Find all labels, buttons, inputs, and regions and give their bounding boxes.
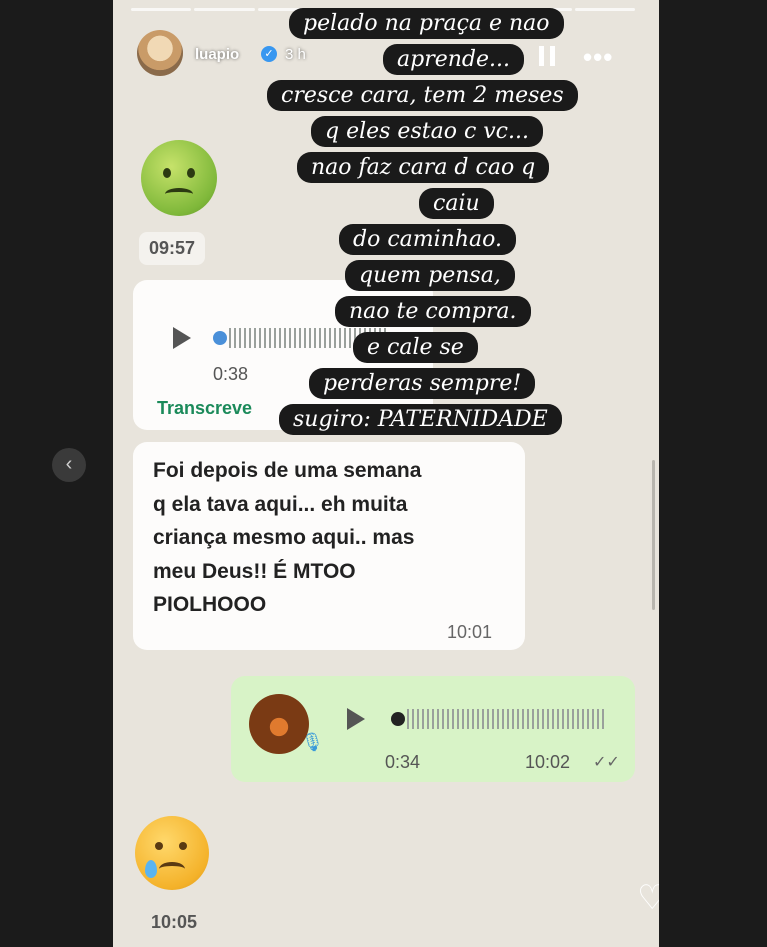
- overlay-text-line: e cale se: [353, 332, 478, 363]
- message-text: Foi depois de uma semana q ela tava aqui…: [153, 459, 422, 617]
- audio-duration: 0:34: [385, 752, 421, 772]
- overlay-text-line: quem pensa,: [345, 260, 515, 291]
- overlay-text-line: pelado na praça e nao: [289, 8, 564, 39]
- avatar[interactable]: [137, 30, 183, 76]
- overlay-text-line: q eles estao c vc...: [311, 116, 543, 147]
- overlay-text-line: caiu: [419, 188, 494, 219]
- play-icon[interactable]: [173, 327, 191, 349]
- timestamp-label: 10:05: [151, 912, 198, 932]
- story-viewer: 09:57 0:38 Transcreve Foi depois de uma …: [113, 0, 659, 947]
- overlay-text-line: perderas sempre!: [309, 368, 536, 399]
- outgoing-voice-message: 🎙 0:34 10:02 ✓✓: [231, 676, 635, 782]
- audio-position-dot[interactable]: [391, 712, 405, 726]
- play-icon[interactable]: [347, 708, 365, 730]
- read-receipt-icon: ✓✓: [593, 754, 620, 771]
- overlay-text-line: do caminhao.: [339, 224, 516, 255]
- audio-waveform[interactable]: [407, 709, 607, 729]
- audio-duration: 0:38: [213, 364, 249, 384]
- verified-icon: ✓: [261, 46, 277, 62]
- scrollbar[interactable]: [652, 460, 655, 610]
- overlay-text-line: nao te compra.: [335, 296, 531, 327]
- overlay-text-line: cresce cara, tem 2 meses: [267, 80, 578, 111]
- timestamp-label: 09:57: [139, 232, 206, 265]
- pause-icon[interactable]: [539, 46, 557, 66]
- overlay-text-line: aprende...: [383, 44, 524, 75]
- microphone-icon: 🎙: [301, 732, 324, 752]
- nauseated-face-emoji: [141, 140, 217, 216]
- overlay-text-line: sugiro: PATERNIDADE: [279, 404, 562, 435]
- story-time-ago: 3 h: [285, 46, 306, 63]
- chevron-left-icon[interactable]: ‹: [52, 448, 86, 482]
- sender-avatar: [249, 694, 309, 754]
- story-username[interactable]: luapio: [195, 46, 239, 63]
- heart-icon[interactable]: ♡: [637, 878, 659, 918]
- audio-position-dot[interactable]: [213, 331, 227, 345]
- message-time: 10:02: [525, 752, 571, 772]
- overlay-text-line: nao faz cara d cao q: [297, 152, 550, 183]
- transcribe-link[interactable]: Transcreve: [157, 398, 252, 419]
- crying-face-emoji: [135, 816, 209, 890]
- more-icon[interactable]: •••: [583, 42, 613, 73]
- message-time: 10:01: [447, 622, 493, 642]
